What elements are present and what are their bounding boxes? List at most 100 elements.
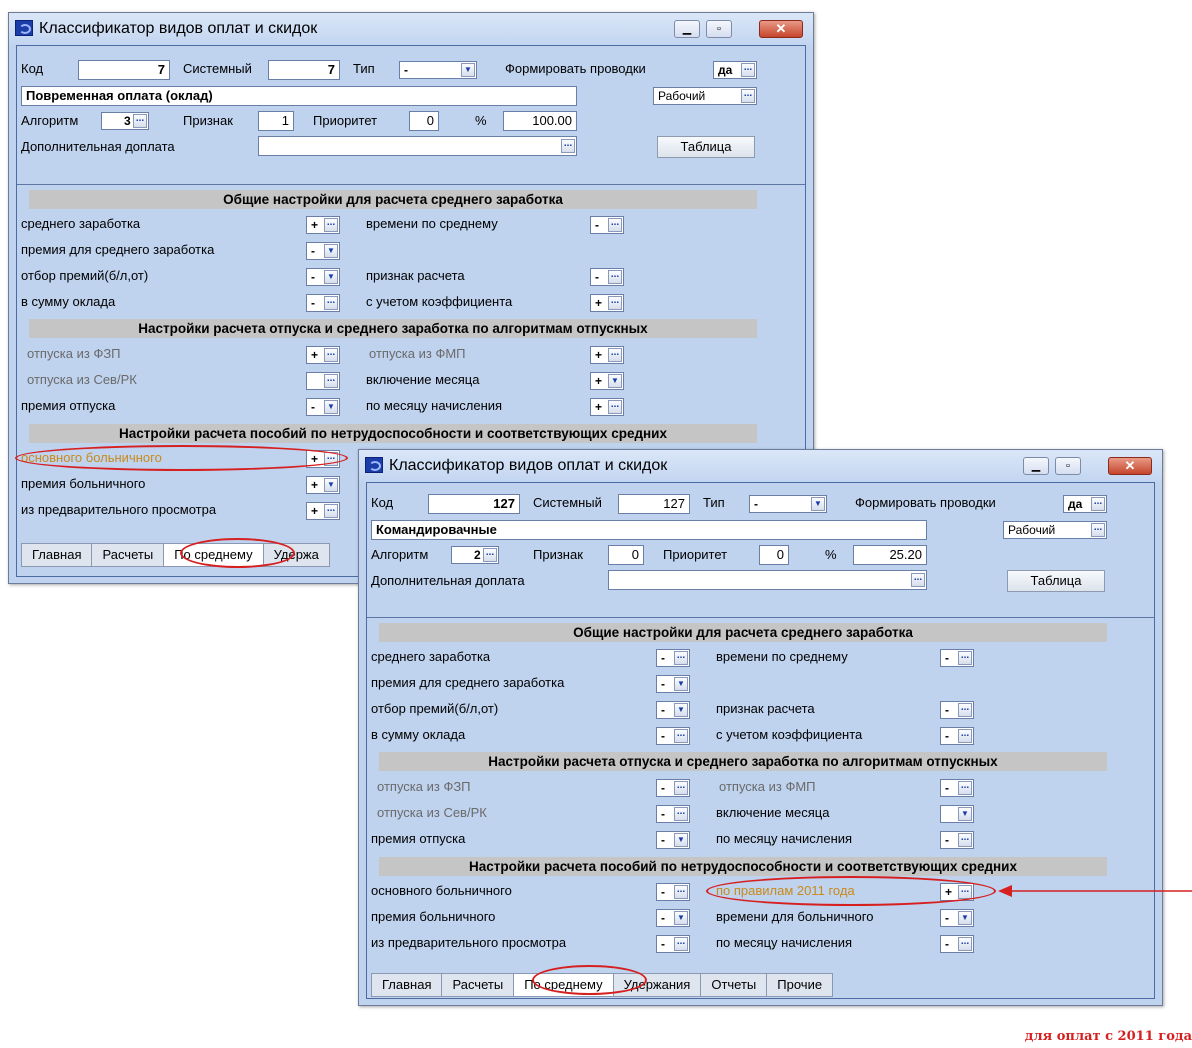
chevron-down-icon[interactable]: ▼ xyxy=(324,270,338,284)
ellipsis-icon[interactable]: ... xyxy=(674,729,688,743)
premiya-otpuska-select[interactable]: - ▼ xyxy=(306,398,340,416)
ellipsis-icon[interactable]: ... xyxy=(674,937,688,951)
algoritm-select[interactable]: 3... xyxy=(101,112,149,130)
vremeni-po-srednemu-select[interactable]: -... xyxy=(940,649,974,667)
s-uchetom-select[interactable]: +... xyxy=(590,294,624,312)
premiya-boln-select[interactable]: - ▼ xyxy=(656,909,690,927)
premiya-srednego-select[interactable]: - ▼ xyxy=(306,242,340,260)
ellipsis-icon[interactable]: ... xyxy=(608,348,622,362)
name-field[interactable]: Командировачные xyxy=(371,520,927,540)
ellipsis-icon[interactable]: ... xyxy=(674,885,688,899)
tab-deductions[interactable]: Удержа xyxy=(262,543,330,567)
priznak-rascheta-select[interactable]: -... xyxy=(940,701,974,719)
dop-select[interactable]: ... xyxy=(608,570,927,590)
status-select[interactable]: Рабочий... xyxy=(1003,521,1107,539)
ellipsis-icon[interactable]: ... xyxy=(958,651,972,665)
v-summu-oklada-select[interactable]: -... xyxy=(306,294,340,312)
v-summu-oklada-select[interactable]: -... xyxy=(656,727,690,745)
percent-field[interactable]: 100.00 xyxy=(503,111,577,131)
priznak-field[interactable]: 0 xyxy=(608,545,644,565)
osnovnogo-select[interactable]: +... xyxy=(306,450,340,468)
close-icon[interactable]: ✕ xyxy=(1108,457,1152,475)
minimize-icon[interactable]: ▁ xyxy=(1023,457,1049,475)
chevron-down-icon[interactable]: ▼ xyxy=(608,374,622,388)
tab-calculations[interactable]: Расчеты xyxy=(91,543,164,567)
sistemny-field[interactable]: 127 xyxy=(618,494,690,514)
dop-select[interactable]: ... xyxy=(258,136,577,156)
otpuska-fzp-select[interactable]: +... xyxy=(306,346,340,364)
otbor-premiy-select[interactable]: - ▼ xyxy=(306,268,340,286)
formirovat-select[interactable]: да... xyxy=(1063,495,1107,513)
algoritm-select[interactable]: 2... xyxy=(451,546,499,564)
tab-average[interactable]: По среднему xyxy=(513,973,613,997)
s-uchetom-select[interactable]: -... xyxy=(940,727,974,745)
chevron-down-icon[interactable]: ▼ xyxy=(674,911,688,925)
chevron-down-icon[interactable]: ▼ xyxy=(958,807,972,821)
tab-reports[interactable]: Отчеты xyxy=(700,973,767,997)
chevron-down-icon[interactable]: ▼ xyxy=(324,244,338,258)
vklyuchenie-mesyaca-select[interactable]: ▼ xyxy=(940,805,974,823)
chevron-down-icon[interactable]: ▼ xyxy=(958,911,972,925)
percent-field[interactable]: 25.20 xyxy=(853,545,927,565)
vremeni-boln-select[interactable]: - ▼ xyxy=(940,909,974,927)
tab-other[interactable]: Прочие xyxy=(766,973,834,997)
chevron-down-icon[interactable]: ▼ xyxy=(811,497,825,511)
tab-main[interactable]: Главная xyxy=(371,973,442,997)
maximize-icon[interactable]: ▫ xyxy=(1055,457,1081,475)
ellipsis-icon[interactable]: ... xyxy=(958,885,972,899)
ellipsis-icon[interactable]: ... xyxy=(324,452,338,466)
tip-select[interactable]: - ▼ xyxy=(749,495,827,513)
chevron-down-icon[interactable]: ▼ xyxy=(674,833,688,847)
tab-calculations[interactable]: Расчеты xyxy=(441,973,514,997)
ellipsis-icon[interactable]: ... xyxy=(958,781,972,795)
tab-average[interactable]: По среднему xyxy=(163,543,263,567)
chevron-down-icon[interactable]: ▼ xyxy=(324,478,338,492)
chevron-down-icon[interactable]: ▼ xyxy=(461,63,475,77)
iz-predv-select[interactable]: -... xyxy=(656,935,690,953)
osnovnogo-select[interactable]: -... xyxy=(656,883,690,901)
ellipsis-icon[interactable]: ... xyxy=(608,296,622,310)
priznak-field[interactable]: 1 xyxy=(258,111,294,131)
kod-field[interactable]: 127 xyxy=(428,494,520,514)
tip-select[interactable]: - ▼ xyxy=(399,61,477,79)
ellipsis-icon[interactable]: ... xyxy=(958,703,972,717)
premiya-boln-select[interactable]: + ▼ xyxy=(306,476,340,494)
otbor-premiy-select[interactable]: - ▼ xyxy=(656,701,690,719)
title-bar[interactable]: Классификатор видов оплат и скидок ▁ ▫ ✕ xyxy=(9,13,813,45)
premiya-srednego-select[interactable]: - ▼ xyxy=(656,675,690,693)
ellipsis-icon[interactable]: ... xyxy=(958,937,972,951)
close-icon[interactable]: ✕ xyxy=(759,20,803,38)
vklyuchenie-mesyaca-select[interactable]: + ▼ xyxy=(590,372,624,390)
ellipsis-icon[interactable]: ... xyxy=(958,833,972,847)
chevron-down-icon[interactable]: ▼ xyxy=(674,677,688,691)
otpuska-fzp-select[interactable]: -... xyxy=(656,779,690,797)
ellipsis-icon[interactable]: ... xyxy=(483,548,497,562)
ellipsis-icon[interactable]: ... xyxy=(741,89,755,103)
srednego-zarabotka-select[interactable]: -... xyxy=(656,649,690,667)
ellipsis-icon[interactable]: ... xyxy=(741,63,755,77)
ellipsis-icon[interactable]: ... xyxy=(674,651,688,665)
otpuska-fmp-select[interactable]: +... xyxy=(590,346,624,364)
ellipsis-icon[interactable]: ... xyxy=(608,218,622,232)
po-mesyacu-select[interactable]: +... xyxy=(590,398,624,416)
prioritet-field[interactable]: 0 xyxy=(409,111,439,131)
premiya-otpuska-select[interactable]: - ▼ xyxy=(656,831,690,849)
maximize-icon[interactable]: ▫ xyxy=(706,20,732,38)
name-field[interactable]: Повременная оплата (оклад) xyxy=(21,86,577,106)
ellipsis-icon[interactable]: ... xyxy=(674,781,688,795)
ellipsis-icon[interactable]: ... xyxy=(324,296,338,310)
po-mesyacu-select[interactable]: -... xyxy=(940,831,974,849)
table-button[interactable]: Таблица xyxy=(657,136,755,158)
otpuska-sevrk-select[interactable]: -... xyxy=(656,805,690,823)
ellipsis-icon[interactable]: ... xyxy=(324,374,338,388)
chevron-down-icon[interactable]: ▼ xyxy=(674,703,688,717)
formirovat-select[interactable]: да... xyxy=(713,61,757,79)
ellipsis-icon[interactable]: ... xyxy=(958,729,972,743)
table-button[interactable]: Таблица xyxy=(1007,570,1105,592)
minimize-icon[interactable]: ▁ xyxy=(674,20,700,38)
title-bar[interactable]: Классификатор видов оплат и скидок ▁ ▫ ✕ xyxy=(359,450,1162,482)
ellipsis-icon[interactable]: ... xyxy=(674,807,688,821)
otpuska-sevrk-select[interactable]: ... xyxy=(306,372,340,390)
ellipsis-icon[interactable]: ... xyxy=(324,348,338,362)
po-mesyacu-boln-select[interactable]: -... xyxy=(940,935,974,953)
